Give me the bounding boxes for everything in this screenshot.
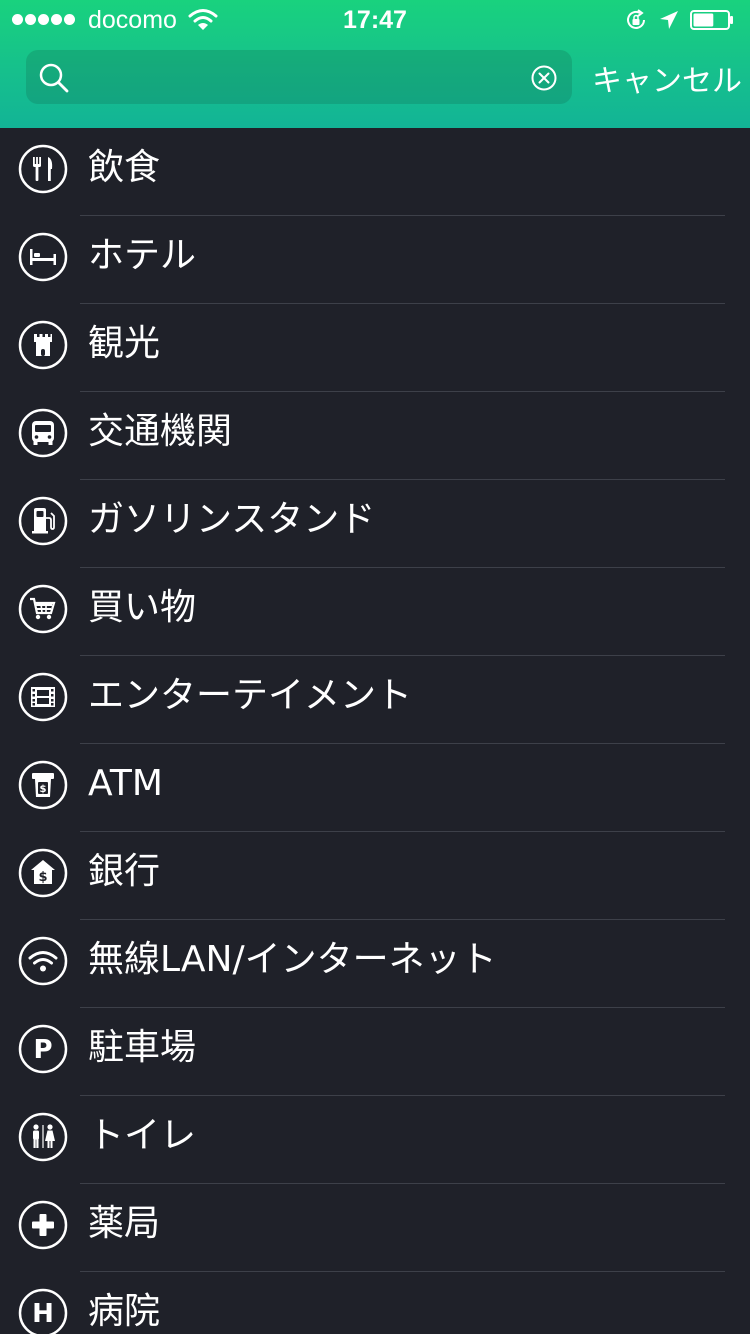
- bank-icon: $: [18, 848, 68, 898]
- search-box[interactable]: [26, 50, 572, 104]
- restaurant-icon: [18, 144, 68, 194]
- category-item-transit[interactable]: 交通機関: [0, 392, 750, 480]
- category-label: 駐車場: [88, 1027, 197, 1068]
- category-label: ATM: [88, 763, 163, 804]
- battery-icon: [690, 10, 733, 30]
- status-bar: docomo 17:47: [0, 0, 750, 40]
- film-icon: [18, 672, 68, 722]
- screen: docomo 17:47 キャンセル 飲食 ホテル 観光 交通機関 ガソリンスタ…: [0, 0, 750, 1334]
- hospital-icon: H: [18, 1288, 68, 1334]
- category-item-gas-station[interactable]: ガソリンスタンド: [0, 480, 750, 568]
- category-item-pharmacy[interactable]: 薬局: [0, 1184, 750, 1272]
- category-item-atm[interactable]: $ ATM: [0, 744, 750, 832]
- search-icon: [39, 63, 69, 93]
- bus-icon: [18, 408, 68, 458]
- category-item-hospital[interactable]: H 病院: [0, 1272, 750, 1334]
- category-label: トイレ: [88, 1115, 197, 1156]
- category-label: 銀行: [88, 851, 161, 892]
- category-label: 観光: [88, 323, 161, 364]
- rotation-lock-icon: [627, 9, 645, 29]
- restroom-icon: [18, 1112, 68, 1162]
- category-label: 交通機関: [88, 411, 233, 452]
- clear-search-icon[interactable]: [530, 64, 558, 92]
- category-label: 薬局: [88, 1203, 161, 1244]
- atm-icon: $: [18, 760, 68, 810]
- category-item-hotel[interactable]: ホテル: [0, 216, 750, 304]
- category-item-sightseeing[interactable]: 観光: [0, 304, 750, 392]
- svg-text:H: H: [32, 1299, 54, 1329]
- category-label: 買い物: [88, 587, 197, 628]
- pharmacy-icon: [18, 1200, 68, 1250]
- category-label: 病院: [88, 1291, 161, 1332]
- svg-text:$: $: [38, 870, 47, 885]
- category-item-shopping[interactable]: 買い物: [0, 568, 750, 656]
- category-item-restroom[interactable]: トイレ: [0, 1096, 750, 1184]
- svg-text:P: P: [33, 1035, 52, 1065]
- gas-station-icon: [18, 496, 68, 546]
- shopping-cart-icon: [18, 584, 68, 634]
- category-item-entertainment[interactable]: エンターテイメント: [0, 656, 750, 744]
- svg-text:$: $: [40, 784, 47, 795]
- cancel-button[interactable]: キャンセル: [592, 56, 742, 100]
- category-label: エンターテイメント: [88, 675, 413, 716]
- wifi-icon: [18, 936, 68, 986]
- header: docomo 17:47 キャンセル: [0, 0, 750, 128]
- bed-icon: [18, 232, 68, 282]
- category-label: 飲食: [88, 147, 161, 188]
- category-item-bank[interactable]: $ 銀行: [0, 832, 750, 920]
- category-item-restaurant[interactable]: 飲食: [0, 128, 750, 216]
- location-arrow-icon: [660, 11, 678, 29]
- search-input[interactable]: [82, 58, 526, 98]
- category-label: ホテル: [88, 235, 197, 276]
- category-item-wifi[interactable]: 無線LAN/インターネット: [0, 920, 750, 1008]
- tower-icon: [18, 320, 68, 370]
- parking-icon: P: [18, 1024, 68, 1074]
- category-label: 無線LAN/インターネット: [88, 939, 497, 980]
- category-item-parking[interactable]: P 駐車場: [0, 1008, 750, 1096]
- category-label: ガソリンスタンド: [88, 499, 376, 540]
- category-list: 飲食 ホテル 観光 交通機関 ガソリンスタンド 買い物 エンターテイメント $ …: [0, 128, 750, 1334]
